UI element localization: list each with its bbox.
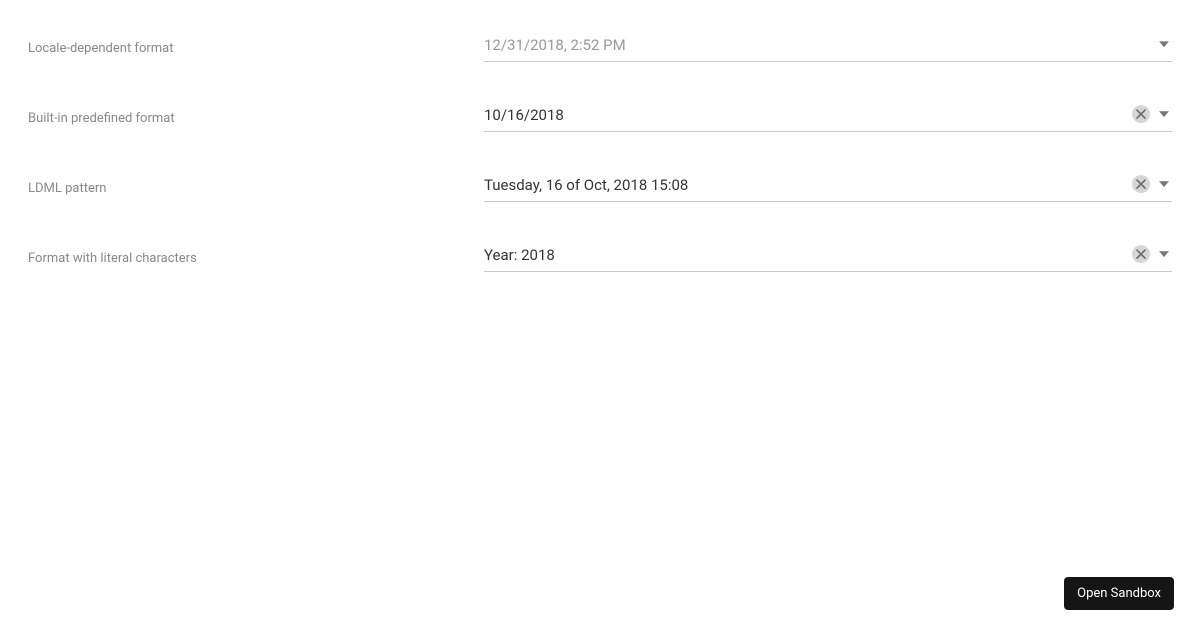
- open-sandbox-button[interactable]: Open Sandbox: [1064, 577, 1174, 610]
- datebox-input-locale[interactable]: [484, 28, 1172, 62]
- clear-icon[interactable]: [1132, 175, 1150, 193]
- input-actions: [1132, 175, 1172, 193]
- form-area: Locale-dependent format Built-in predefi…: [0, 0, 1200, 272]
- field-row-locale: Locale-dependent format: [28, 28, 1172, 62]
- field-row-ldml: LDML pattern: [28, 168, 1172, 202]
- dropdown-icon[interactable]: [1156, 36, 1172, 52]
- datebox-input-literal[interactable]: [484, 238, 1172, 272]
- datebox-input-builtin[interactable]: [484, 98, 1172, 132]
- input-actions: [1156, 36, 1172, 52]
- field-control: [484, 238, 1172, 272]
- dropdown-icon[interactable]: [1156, 246, 1172, 262]
- input-actions: [1132, 245, 1172, 263]
- field-row-builtin: Built-in predefined format: [28, 98, 1172, 132]
- field-label: LDML pattern: [28, 168, 484, 198]
- dropdown-icon[interactable]: [1156, 106, 1172, 122]
- clear-icon[interactable]: [1132, 105, 1150, 123]
- dropdown-icon[interactable]: [1156, 176, 1172, 192]
- datebox-input-ldml[interactable]: [484, 168, 1172, 202]
- field-label: Locale-dependent format: [28, 28, 484, 58]
- input-actions: [1132, 105, 1172, 123]
- field-control: [484, 28, 1172, 62]
- field-label: Format with literal characters: [28, 238, 484, 268]
- clear-icon[interactable]: [1132, 245, 1150, 263]
- field-control: [484, 98, 1172, 132]
- field-row-literal: Format with literal characters: [28, 238, 1172, 272]
- field-label: Built-in predefined format: [28, 98, 484, 128]
- field-control: [484, 168, 1172, 202]
